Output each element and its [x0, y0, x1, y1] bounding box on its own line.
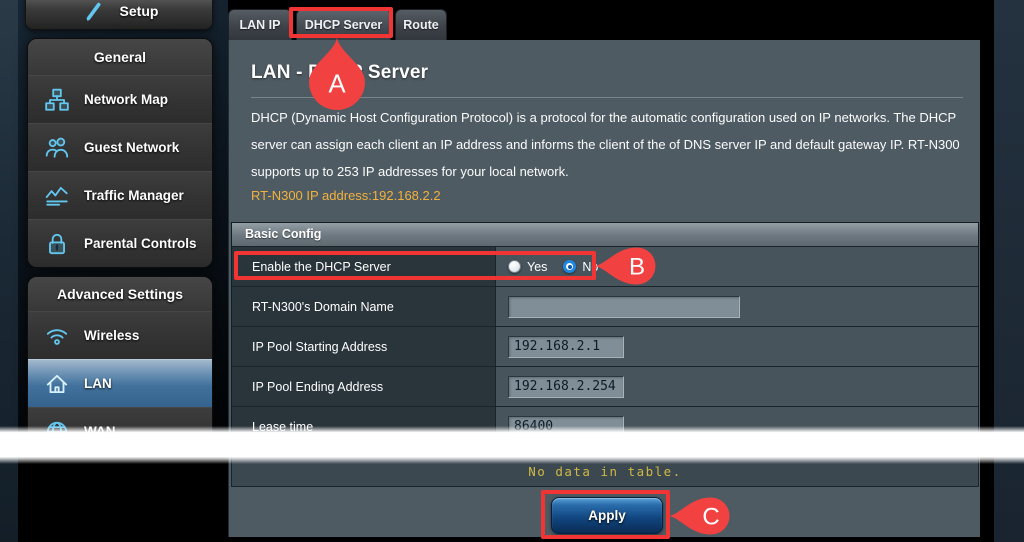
- sidebar-item-label: Parental Controls: [84, 236, 197, 251]
- setup-button[interactable]: Setup: [25, 0, 213, 30]
- network-map-icon: [42, 85, 72, 115]
- tab-lan-ip[interactable]: LAN IP: [228, 9, 292, 40]
- basic-config-header: Basic Config: [232, 223, 978, 246]
- tab-route[interactable]: Route: [395, 9, 447, 40]
- annotation-rect-dhcp-tab: [289, 7, 393, 38]
- ip-pool-start-input[interactable]: [508, 336, 624, 358]
- annotation-letter-a: A: [328, 70, 346, 98]
- lan-house-icon: [42, 369, 72, 399]
- sidebar-item-label: Traffic Manager: [84, 188, 184, 203]
- sidebar-item-label: LAN: [84, 376, 112, 391]
- domain-name-input[interactable]: [508, 296, 740, 318]
- dhcp-description: DHCP (Dynamic Host Configuration Protoco…: [251, 104, 967, 185]
- annotation-rect-apply: [541, 490, 670, 539]
- sidebar-section-general: General Network Map: [27, 38, 213, 268]
- annotation-callout-c: C: [669, 496, 731, 536]
- row-value: [496, 287, 978, 326]
- row-label: RT-N300's Domain Name: [232, 287, 496, 326]
- bottom-left-black-area: [18, 452, 228, 542]
- annotation-letter-c: C: [702, 504, 719, 531]
- parental-controls-icon: [42, 229, 72, 259]
- setup-label: Setup: [120, 3, 159, 19]
- sidebar-section-title-advanced: Advanced Settings: [28, 277, 212, 311]
- ip-pool-end-input[interactable]: [508, 376, 624, 398]
- router-ip-note: RT-N300 IP address:192.168.2.2: [251, 188, 441, 203]
- wireless-icon: [42, 321, 72, 351]
- row-ip-pool-end: IP Pool Ending Address: [232, 366, 978, 406]
- sidebar-item-label: Network Map: [84, 92, 168, 107]
- router-admin-page: Setup General Network Map: [0, 0, 1024, 542]
- sidebar-item-guest-network[interactable]: Guest Network: [28, 123, 212, 171]
- row-label: IP Pool Starting Address: [232, 327, 496, 366]
- annotation-letter-b: B: [629, 254, 645, 281]
- row-value: [496, 327, 978, 366]
- annotation-rect-enable-row: [234, 251, 596, 280]
- sidebar-item-parental-controls[interactable]: Parental Controls: [28, 219, 212, 267]
- sidebar-section-title-general: General: [28, 39, 212, 75]
- sidebar-item-network-map[interactable]: Network Map: [28, 75, 212, 123]
- traffic-manager-icon: [42, 181, 72, 211]
- row-value: [496, 367, 978, 406]
- sidebar-item-lan[interactable]: LAN: [28, 359, 212, 407]
- white-tear-band: [0, 426, 1024, 464]
- pen-icon: [80, 0, 110, 26]
- guest-network-icon: [42, 133, 72, 163]
- row-domain-name: RT-N300's Domain Name: [232, 286, 978, 326]
- annotation-callout-b: B: [595, 246, 657, 286]
- sidebar-item-traffic-manager[interactable]: Traffic Manager: [28, 171, 212, 219]
- row-label: IP Pool Ending Address: [232, 367, 496, 406]
- sidebar-item-label: Wireless: [84, 328, 139, 343]
- row-ip-pool-start: IP Pool Starting Address: [232, 326, 978, 366]
- annotation-callout-a: A: [306, 37, 368, 111]
- sidebar-item-wireless[interactable]: Wireless: [28, 311, 212, 359]
- empty-table-text: No data in table.: [528, 464, 681, 479]
- sidebar-item-label: Guest Network: [84, 140, 179, 155]
